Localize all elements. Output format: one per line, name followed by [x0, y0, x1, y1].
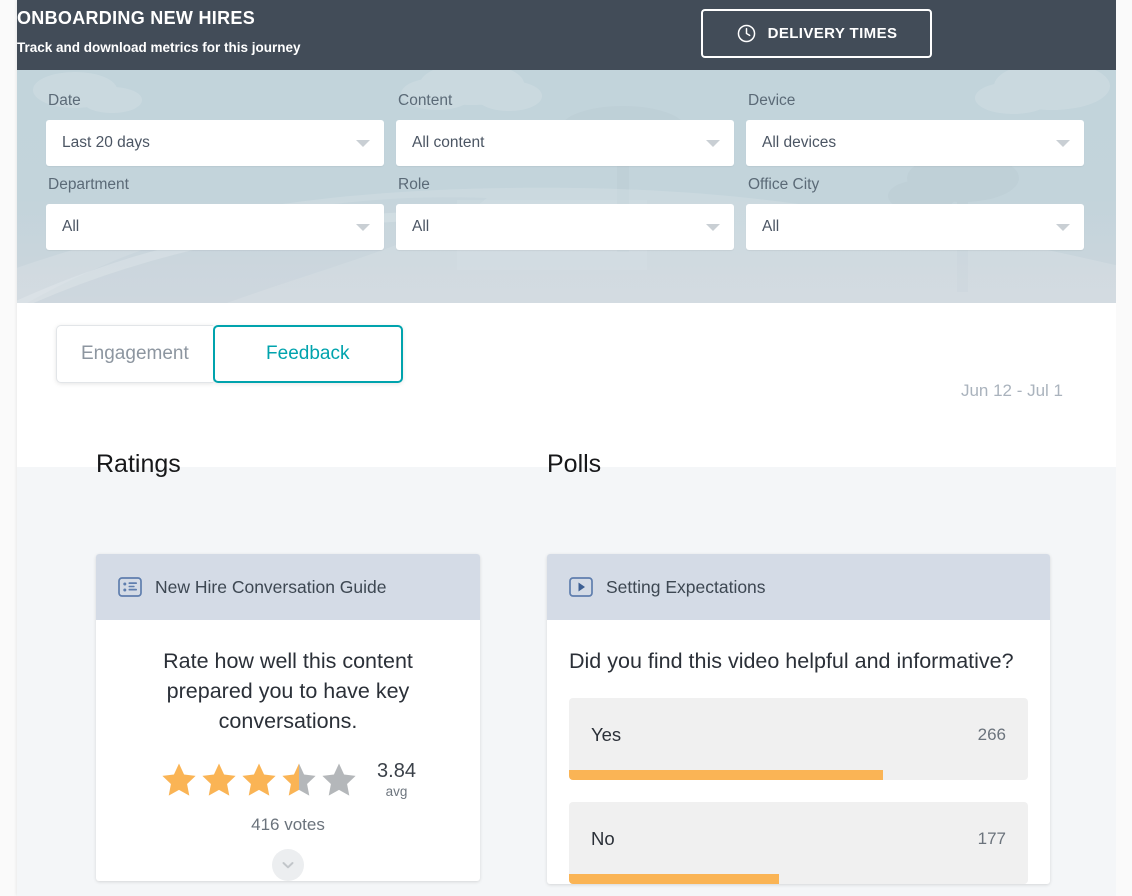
chevron-down-icon	[706, 140, 720, 147]
tab-engagement[interactable]: Engagement	[56, 325, 213, 383]
ratings-expand-button[interactable]	[272, 849, 304, 881]
polls-section-title: Polls	[547, 450, 1050, 492]
filter-department: Department All	[46, 166, 384, 250]
filter-date: Date Last 20 days	[46, 82, 384, 166]
ratings-column: Ratings New Hire Conversation	[96, 423, 480, 884]
chevron-down-icon	[706, 224, 720, 231]
filter-select-office-city[interactable]: All	[746, 204, 1084, 250]
video-play-icon	[569, 577, 593, 597]
filter-content: Content All content	[396, 82, 734, 166]
page-title: ONBOARDING NEW HIRES	[17, 8, 255, 29]
app-header: ONBOARDING NEW HIRES Track and download …	[17, 0, 1116, 70]
chevron-down-icon	[1056, 140, 1070, 147]
page-subtitle: Track and download metrics for this jour…	[17, 40, 301, 55]
polls-card: Setting Expectations Did you find this v…	[547, 554, 1050, 884]
filter-value-date: Last 20 days	[62, 134, 150, 152]
filter-device: Device All devices	[746, 82, 1084, 166]
ratings-card: New Hire Conversation Guide Rate how wel…	[96, 554, 480, 881]
star-icon-1	[160, 761, 198, 799]
ratings-question: Rate how well this content prepared you …	[118, 646, 458, 736]
star-icon-4-half	[280, 761, 318, 799]
filter-label-department: Department	[48, 176, 384, 198]
ratings-content-title: New Hire Conversation Guide	[155, 577, 387, 598]
delivery-times-button[interactable]: DELIVERY TIMES	[701, 9, 932, 58]
poll-option-yes-bar	[569, 770, 883, 780]
page-root: ONBOARDING NEW HIRES Track and download …	[0, 0, 1132, 896]
clock-icon	[736, 23, 757, 44]
tab-group: Engagement Feedback	[56, 325, 403, 383]
poll-option-no-count: 177	[978, 829, 1006, 849]
date-range-label: Jun 12 - Jul 1	[961, 381, 1063, 401]
star-icon-2	[200, 761, 238, 799]
filter-select-device[interactable]: All devices	[746, 120, 1084, 166]
article-list-icon	[118, 577, 142, 597]
delivery-times-label: DELIVERY TIMES	[768, 25, 898, 42]
poll-option-no[interactable]: No 177	[569, 802, 1028, 884]
stars-group	[160, 761, 358, 799]
filter-label-role: Role	[398, 176, 734, 198]
filter-label-content: Content	[398, 92, 734, 114]
filter-label-device: Device	[748, 92, 1084, 114]
poll-option-yes[interactable]: Yes 266	[569, 698, 1028, 780]
filter-value-device: All devices	[762, 134, 836, 152]
filter-bar: Date Last 20 days Content All content De…	[17, 70, 1116, 303]
filter-select-date[interactable]: Last 20 days	[46, 120, 384, 166]
tab-feedback[interactable]: Feedback	[213, 325, 403, 383]
polls-column: Polls Setting Expectations Did you find …	[547, 423, 1050, 884]
chevron-down-icon	[356, 140, 370, 147]
chevron-down-icon	[1056, 224, 1070, 231]
content-column: ONBOARDING NEW HIRES Track and download …	[17, 0, 1116, 896]
average-rating-block: 3.84 avg	[377, 760, 416, 799]
tabs-row: Engagement Feedback Jun 12 - Jul 1	[17, 303, 1116, 423]
filter-value-role: All	[412, 218, 429, 236]
poll-option-no-label: No	[591, 828, 615, 850]
filter-value-office-city: All	[762, 218, 779, 236]
poll-question: Did you find this video helpful and info…	[569, 646, 1028, 676]
feedback-panels: Ratings New Hire Conversation	[17, 423, 1116, 896]
poll-option-yes-count: 266	[978, 725, 1006, 745]
filter-select-department[interactable]: All	[46, 204, 384, 250]
filter-label-office-city: Office City	[748, 176, 1084, 198]
filter-select-content[interactable]: All content	[396, 120, 734, 166]
tab-engagement-label: Engagement	[81, 343, 189, 365]
poll-option-no-bar	[569, 874, 779, 884]
star-rating: 3.84 avg	[118, 760, 458, 799]
polls-content-title: Setting Expectations	[606, 577, 766, 598]
filter-value-content: All content	[412, 134, 484, 152]
filter-office-city: Office City All	[746, 166, 1084, 250]
ratings-card-header: New Hire Conversation Guide	[96, 554, 480, 620]
chevron-down-icon	[356, 224, 370, 231]
average-rating-label: avg	[377, 784, 416, 799]
filter-label-date: Date	[48, 92, 384, 114]
polls-card-header: Setting Expectations	[547, 554, 1050, 620]
filter-grid: Date Last 20 days Content All content De…	[17, 70, 1116, 250]
star-icon-3	[240, 761, 278, 799]
average-rating-value: 3.84	[377, 760, 416, 782]
chevron-down-icon	[280, 857, 296, 873]
star-icon-5-empty	[320, 761, 358, 799]
ratings-card-body: Rate how well this content prepared you …	[96, 620, 480, 881]
votes-count: 416 votes	[118, 815, 458, 835]
panel-columns: Ratings New Hire Conversation	[17, 423, 1116, 884]
right-gutter	[1116, 0, 1132, 896]
poll-option-yes-label: Yes	[591, 724, 621, 746]
ratings-section-title: Ratings	[96, 450, 480, 492]
filter-select-role[interactable]: All	[396, 204, 734, 250]
polls-card-body: Did you find this video helpful and info…	[547, 620, 1050, 884]
filter-role: Role All	[396, 166, 734, 250]
tab-feedback-label: Feedback	[266, 343, 349, 365]
filter-value-department: All	[62, 218, 79, 236]
